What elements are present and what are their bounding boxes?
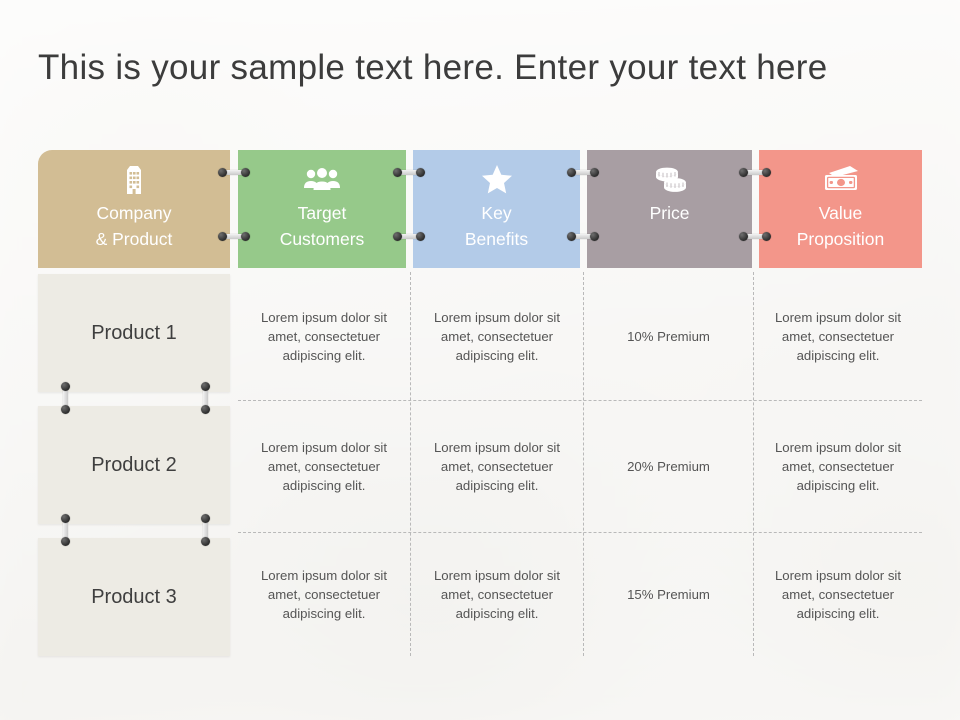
connector-pin [739,168,748,177]
connector-pin [567,232,576,241]
coins-icon [587,162,752,196]
product-label: Product 3 [91,585,177,608]
connector-pin [241,232,250,241]
connector-pin [739,232,748,241]
connector-pin [201,537,210,546]
content-grid: Lorem ipsum dolor sit amet, consectetuer… [238,272,922,656]
connector-pin [61,382,70,391]
connector-pin [762,232,771,241]
header-cell-target-customers[interactable]: Target Customers [238,150,406,268]
connector-pin [241,168,250,177]
slide-canvas: This is your sample text here. Enter you… [0,0,960,720]
product-label: Product 2 [91,453,177,476]
building-icon [38,162,230,196]
people-group-icon [238,162,406,196]
page-title: This is your sample text here. Enter you… [38,48,828,87]
connector-pin [61,514,70,523]
connector-pin [416,168,425,177]
product-card-2[interactable]: Product 2 [38,406,230,524]
header-cell-key-benefits[interactable]: Key Benefits [413,150,580,268]
cell-value-proposition-row2: Lorem ipsum dolor sit amet, consectetuer… [774,440,902,493]
connector-pin [567,168,576,177]
header-label-company-product: Company & Product [95,203,173,249]
cell-key-benefits-row1: Lorem ipsum dolor sit amet, consectetuer… [433,309,561,363]
header-label-target-customers: Target Customers [279,203,365,249]
header-label-value-proposition: Value Proposition [796,203,885,249]
connector-pin [61,537,70,546]
connector-pin [61,405,70,414]
connector-pin [590,232,599,241]
connector-pin [590,168,599,177]
cell-value-proposition-row3: Lorem ipsum dolor sit amet, consectetuer… [774,568,902,621]
connector-pin [393,168,402,177]
connector-pin [218,232,227,241]
cell-target-customers-row3: Lorem ipsum dolor sit amet, consectetuer… [260,568,388,621]
product-card-3[interactable]: Product 3 [38,538,230,656]
product-label: Product 1 [91,321,177,344]
connector-pin [201,514,210,523]
cell-target-customers-row1: Lorem ipsum dolor sit amet, consectetuer… [260,309,388,363]
connector-pin [218,168,227,177]
header-label-key-benefits: Key Benefits [464,203,529,249]
connector-pin [416,232,425,241]
connector-pin [393,232,402,241]
cell-price-row1: 10% Premium [627,328,710,344]
cell-value-proposition-row1: Lorem ipsum dolor sit amet, consectetuer… [774,309,902,363]
cell-price-row2: 20% Premium [627,459,710,474]
header-cell-price[interactable]: Price [587,150,752,268]
cell-price-row3: 15% Premium [627,587,710,602]
product-card-1[interactable]: Product 1 [38,274,230,392]
star-icon [413,162,580,196]
cell-key-benefits-row2: Lorem ipsum dolor sit amet, consectetuer… [433,440,561,493]
header-cell-value-proposition[interactable]: Value Proposition [759,150,922,268]
header-label-price: Price [649,203,690,223]
money-icon [759,162,922,196]
connector-pin [201,382,210,391]
connector-pin [201,405,210,414]
connector-pin [762,168,771,177]
cell-key-benefits-row3: Lorem ipsum dolor sit amet, consectetuer… [433,568,561,621]
header-cell-company-product[interactable]: Company & Product [38,150,230,268]
cell-target-customers-row2: Lorem ipsum dolor sit amet, consectetuer… [260,440,388,493]
